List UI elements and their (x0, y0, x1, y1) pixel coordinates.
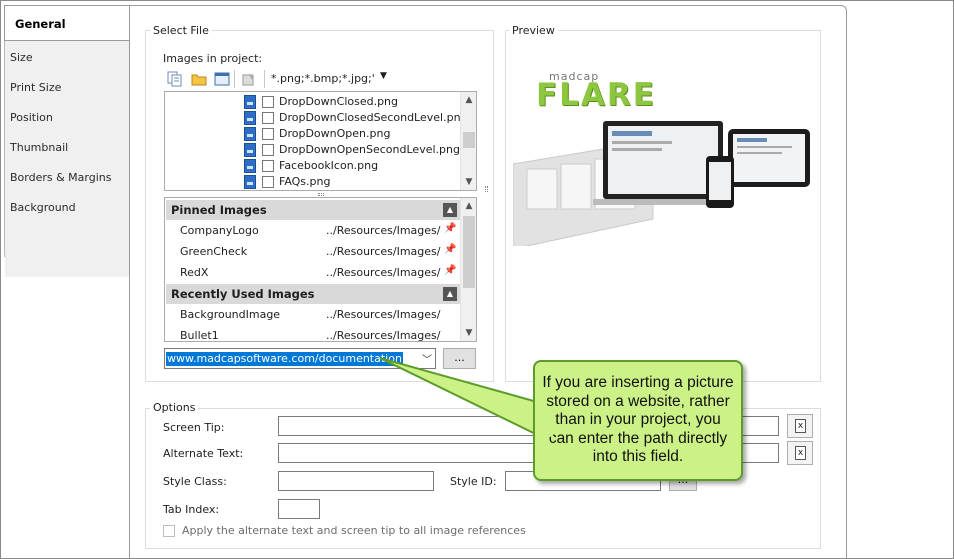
file-checkbox[interactable] (262, 96, 274, 108)
pinned-recent-list[interactable]: Pinned Images ▲ CompanyLogo ../Resources… (164, 197, 477, 342)
collapse-icon[interactable]: ▲ (443, 203, 457, 217)
list-item[interactable]: BackgroundImage ../Resources/Images/ (165, 304, 460, 324)
file-checkbox[interactable] (262, 128, 274, 140)
file-list-scrollbar[interactable]: ▲ ▼ (460, 92, 476, 190)
image-path-combo[interactable]: www.madcapsoftware.com/documentation ﹀ (164, 348, 436, 369)
file-checkbox[interactable] (262, 160, 274, 172)
file-checkbox[interactable] (262, 144, 274, 156)
file-checkbox[interactable] (262, 176, 274, 188)
pinned-images-title: Pinned Images (171, 203, 267, 217)
browse-button[interactable]: ... (443, 348, 476, 369)
callout-text: If you are inserting a picture stored on… (542, 374, 734, 466)
preview-logo-big: FLARE (536, 77, 656, 113)
preview-title: Preview (509, 24, 558, 37)
images-in-project-label: Images in project: (163, 52, 263, 65)
list-item[interactable]: RedX ../Resources/Images/ 📌 (165, 262, 460, 282)
pinned-images-header[interactable]: Pinned Images ▲ (166, 200, 460, 220)
image-file-icon (244, 127, 256, 141)
filter-dropdown-icon[interactable]: ▼ (380, 71, 387, 81)
list-item[interactable]: FacebookIcon.png (165, 158, 460, 174)
file-toolbar: *.png;*.bmp;*.jpg;' ▼ (164, 69, 476, 89)
list-item[interactable]: GreenCheck ../Resources/Images/ 📌 (165, 241, 460, 261)
list-item[interactable]: DropDownClosed.png (165, 94, 460, 110)
select-file-title: Select File (150, 24, 212, 37)
pin-icon[interactable]: 📌 (444, 223, 456, 234)
scroll-thumb[interactable] (463, 132, 475, 148)
preview-devices-graphic (513, 121, 810, 246)
tab-general[interactable]: General (4, 5, 129, 41)
style-id-label: Style ID: (450, 475, 497, 488)
image-tool-icon[interactable] (241, 71, 257, 87)
horizontal-splitter[interactable] (318, 193, 324, 196)
tab-thumbnail[interactable]: Thumbnail (10, 133, 68, 163)
pin-icon[interactable]: 📌 (444, 244, 456, 255)
file-filter[interactable]: *.png;*.bmp;*.jpg;' (271, 72, 375, 85)
list-item[interactable]: DropDownOpen.png (165, 126, 460, 142)
options-title: Options (150, 401, 199, 414)
pin-icon[interactable]: 📌 (444, 265, 456, 276)
tab-index-input[interactable] (278, 499, 320, 519)
scroll-down-icon[interactable]: ▼ (461, 174, 476, 190)
chevron-down-icon[interactable]: ﹀ (422, 351, 432, 366)
image-file-icon (244, 111, 256, 125)
alt-text-label: Alternate Text: (163, 447, 244, 460)
list-item[interactable]: DropDownClosedSecondLevel.png (165, 110, 468, 126)
preview-image: madcap FLARE (513, 49, 812, 246)
image-path-value[interactable]: www.madcapsoftware.com/documentation (166, 352, 403, 366)
style-class-input[interactable] (278, 471, 434, 491)
tab-position[interactable]: Position (10, 103, 53, 133)
image-file-icon (244, 143, 256, 157)
list-item[interactable]: FAQs.png (165, 174, 460, 190)
vertical-splitter[interactable] (485, 186, 488, 192)
tab-print-size[interactable]: Print Size (10, 73, 61, 103)
scroll-thumb[interactable] (463, 216, 475, 288)
view-list-icon[interactable] (214, 71, 230, 87)
scroll-up-icon[interactable]: ▲ (461, 92, 476, 108)
image-file-icon (244, 175, 256, 189)
scroll-up-icon[interactable]: ▲ (461, 198, 476, 214)
apply-all-label: Apply the alternate text and screen tip … (182, 524, 526, 537)
pinned-list-scrollbar[interactable]: ▲ ▼ (460, 198, 476, 341)
help-callout: If you are inserting a picture stored on… (533, 360, 743, 481)
style-class-label: Style Class: (163, 475, 227, 488)
image-file-icon (244, 95, 256, 109)
project-image-list[interactable]: DropDownClosed.png DropDownClosedSecondL… (164, 91, 477, 191)
tab-size[interactable]: Size (10, 43, 33, 73)
list-item[interactable]: Bullet1 ../Resources/Images/ (165, 325, 460, 341)
scroll-down-icon[interactable]: ▼ (461, 325, 476, 341)
folder-icon[interactable] (191, 71, 207, 87)
recent-images-header[interactable]: Recently Used Images ▲ (166, 284, 460, 304)
copy-icon[interactable] (167, 71, 183, 87)
tab-index-label: Tab Index: (163, 503, 220, 516)
screen-tip-variable-button[interactable]: x (787, 414, 813, 438)
apply-all-checkbox[interactable] (163, 525, 175, 537)
file-checkbox[interactable] (262, 112, 274, 124)
list-item[interactable]: DropDownOpenSecondLevel.png (165, 142, 460, 158)
document-icon: x (795, 446, 806, 460)
collapse-icon[interactable]: ▲ (443, 287, 457, 301)
tab-borders-margins[interactable]: Borders & Margins (10, 163, 111, 193)
toolbar-separator-2 (264, 70, 265, 88)
toolbar-separator (234, 70, 235, 88)
alt-text-variable-button[interactable]: x (787, 441, 813, 465)
screen-tip-label: Screen Tip: (163, 421, 225, 434)
tab-background[interactable]: Background (10, 193, 76, 223)
document-icon: x (795, 419, 806, 433)
list-item[interactable]: CompanyLogo ../Resources/Images/ 📌 (165, 220, 460, 240)
recent-images-title: Recently Used Images (171, 287, 315, 301)
image-file-icon (244, 159, 256, 173)
